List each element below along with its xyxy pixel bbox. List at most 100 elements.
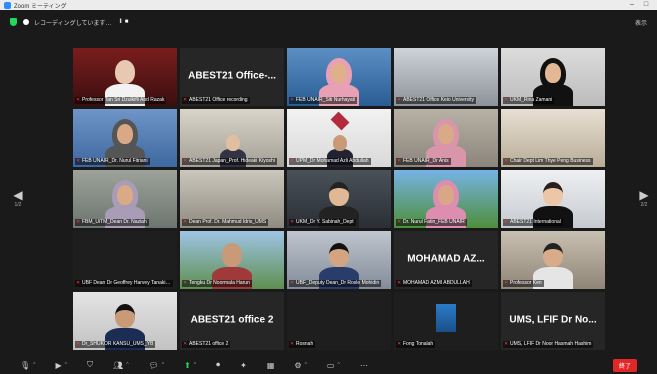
more-button[interactable]: ⋯ xyxy=(360,361,368,370)
security-shield-icon[interactable] xyxy=(10,18,17,26)
mic-muted-icon: ✕ xyxy=(183,219,188,225)
participant-tile[interactable]: Tengku Dr Noormala Harun ✕ xyxy=(180,231,284,289)
participant-tile[interactable]: UKM_Dr Y. Sabinah_Dept ✕ xyxy=(287,170,391,228)
record-icon: ⏺︎ xyxy=(216,360,221,369)
participant-tile[interactable]: Chair Dept Lim Thye Peng Business ✕ xyxy=(501,109,605,167)
previous-page-button[interactable]: ◀ 1/2 xyxy=(12,188,24,212)
participants-icon: 👥︎ xyxy=(113,360,124,370)
book-cover-image xyxy=(436,304,456,332)
participant-tile[interactable]: Fong Tonalah ✕ xyxy=(394,292,498,350)
participant-tile[interactable]: Rosnah ✕ xyxy=(287,292,391,350)
participant-face xyxy=(329,182,349,206)
participant-name-label: UBF Dean Dr Geoffrey Harvey Tanakinjal ✕ xyxy=(75,280,173,287)
minimize-button[interactable]: – xyxy=(625,0,639,10)
participant-display-name: ABEST21 Office-... xyxy=(188,70,276,82)
participant-tile[interactable]: ABEST21 Office-... ABEST21 Office recordi… xyxy=(180,48,284,106)
mic-muted-icon: ✕ xyxy=(504,341,509,347)
maximize-button[interactable]: □ xyxy=(639,0,653,10)
participant-tile[interactable]: FEB UNAIR_Dr. Nurul Fitriani ✕ xyxy=(73,109,177,167)
mic-muted-icon: ✕ xyxy=(504,158,509,164)
window-title-bar: Zoom ミーティング – □ xyxy=(0,0,657,10)
mic-muted-icon: ✕ xyxy=(76,97,81,103)
mic-muted-icon: ✕ xyxy=(397,158,402,164)
participant-display-name: MOHAMAD AZ... xyxy=(407,253,485,265)
participant-tile[interactable]: ABEST21 International ✕ xyxy=(501,170,605,228)
participant-face xyxy=(438,124,454,144)
participant-tile[interactable]: UBF_Deputy Dean_Dr Rosle Mohidin ✕ xyxy=(287,231,391,289)
record-button[interactable]: ⏺︎ xyxy=(216,360,220,370)
participant-name-label: ABEST21 International ✕ xyxy=(503,219,563,226)
participant-name-label: ABEST21 Office Keio University ✕ xyxy=(396,97,477,104)
window-title: Zoom ミーティング xyxy=(14,3,67,10)
participant-display-name: UMS, LFIF Dr No... xyxy=(509,314,597,326)
apps-icon: ⚙︎ xyxy=(294,360,302,370)
participants-button[interactable]: 👥︎ ^ xyxy=(113,361,129,370)
university-logo-icon xyxy=(330,111,350,131)
participant-name-label: FEB UNAIR_Siti Nurhayati ✕ xyxy=(289,97,358,104)
participant-tile[interactable]: UKM_Rina Zamani ✕ xyxy=(501,48,605,106)
recording-label: レコーディングしています… xyxy=(34,20,112,27)
apps-button[interactable]: ⚙︎ ^ xyxy=(294,361,307,370)
mic-muted-icon: ✕ xyxy=(397,97,402,103)
mic-muted-icon: ✕ xyxy=(76,158,81,164)
page-indicator-right: 2/2 xyxy=(640,202,648,208)
participant-tile[interactable]: ABEST21 office 2 ABEST21 office 2 ✕ xyxy=(180,292,284,350)
participant-tile[interactable]: Professor Ken ✕ xyxy=(501,231,605,289)
participant-tile[interactable]: Dean Prof. Dr. Mahmud Idris_UMS ✕ xyxy=(180,170,284,228)
share-screen-button[interactable]: ⬆︎ ^ xyxy=(184,361,196,370)
reactions-button[interactable]: ✦ xyxy=(240,361,247,370)
participant-name-label: Dr. Nurul Fatin_FEB UNAIR ✕ xyxy=(396,219,467,226)
participant-face xyxy=(543,243,563,267)
participant-tile[interactable]: ABEST21 Office Keio University ✕ xyxy=(394,48,498,106)
participant-name-label: UBF_Deputy Dean_Dr Rosle Mohidin ✕ xyxy=(289,280,382,287)
participant-tile[interactable]: Dr_SHUKOR KANSU_UMS_YB ✕ xyxy=(73,292,177,350)
mic-icon: 🎙︎ xyxy=(20,360,31,370)
mic-muted-icon: ✕ xyxy=(290,280,295,286)
view-button[interactable]: 表示 xyxy=(635,18,647,27)
participant-tile[interactable]: Professor Tan Sri Dzulkifli Abd Razak ✕ xyxy=(73,48,177,106)
chat-button[interactable]: 💬︎ ^ xyxy=(149,361,165,370)
participant-name-label: ABEST21 Japan_Prof. Hideaki Kiyoshi ✕ xyxy=(182,158,277,165)
end-meeting-button[interactable]: 終了 xyxy=(612,358,637,372)
mic-muted-icon: ✕ xyxy=(183,158,188,164)
breakout-rooms-button[interactable]: ▦ xyxy=(267,361,275,370)
participant-face xyxy=(331,63,347,83)
participant-tile[interactable]: MOHAMAD AZ... MOHAMAD AZMI ABDULLAH ✕ xyxy=(394,231,498,289)
mic-muted-icon: ✕ xyxy=(290,158,295,164)
pause-recording-button[interactable]: II xyxy=(119,19,122,25)
participant-name-label: Professor Ken ✕ xyxy=(503,280,544,287)
mute-button[interactable]: 🎙︎ ^ xyxy=(20,361,36,370)
participant-name-label: Chair Dept Lim Thye Peng Business ✕ xyxy=(503,158,593,165)
stop-recording-button[interactable]: ■ xyxy=(125,19,129,25)
participant-name-label: Rosnah ✕ xyxy=(289,341,316,348)
participant-face xyxy=(543,182,563,206)
participant-tile[interactable]: UBF Dean Dr Geoffrey Harvey Tanakinjal ✕ xyxy=(73,231,177,289)
participant-tile[interactable]: ABEST21 Japan_Prof. Hideaki Kiyoshi ✕ xyxy=(180,109,284,167)
participant-tile[interactable]: FEB UNAIR_Dr Anis ✕ xyxy=(394,109,498,167)
participant-tile[interactable]: FBM_UiTM_Dean Dr. Naziah ✕ xyxy=(73,170,177,228)
participant-tile[interactable]: UPM_Dr Mohamad Azli Abdullah ✕ xyxy=(287,109,391,167)
mic-muted-icon: ✕ xyxy=(290,219,295,225)
participant-name-label: UMS, LFIF Dr Noor Hasmah Hashim ✕ xyxy=(503,341,594,348)
security-button[interactable]: ⛉ xyxy=(87,360,93,370)
gallery-view-grid: Professor Tan Sri Dzulkifli Abd Razak ✕ AB… xyxy=(73,48,605,352)
mic-muted-icon: ✕ xyxy=(504,280,509,286)
page-indicator-left: 1/2 xyxy=(14,202,22,208)
participant-tile[interactable]: Dr. Nurul Fatin_FEB UNAIR ✕ xyxy=(394,170,498,228)
participant-face xyxy=(117,124,133,144)
chat-icon: 💬︎ xyxy=(148,360,159,370)
reactions-icon: ✦ xyxy=(240,360,247,370)
mic-muted-icon: ✕ xyxy=(290,341,295,347)
mic-muted-icon: ✕ xyxy=(504,219,509,225)
video-icon: ▶︎ xyxy=(55,360,62,370)
more-icon: ⋯ xyxy=(359,360,368,370)
next-page-button[interactable]: ▶ 2/2 xyxy=(638,188,650,212)
participant-name-label: UKM_Dr Y. Sabinah_Dept ✕ xyxy=(289,219,356,226)
mic-muted-icon: ✕ xyxy=(183,97,188,103)
arrow-left-icon: ◀ xyxy=(13,188,23,202)
whiteboard-button[interactable]: ▭ ^ xyxy=(327,361,340,370)
participant-face xyxy=(222,243,242,267)
participant-tile[interactable]: FEB UNAIR_Siti Nurhayati ✕ xyxy=(287,48,391,106)
video-button[interactable]: ▶︎ ^ xyxy=(56,361,68,370)
participant-tile[interactable]: UMS, LFIF Dr No... UMS, LFIF Dr Noor Hasm… xyxy=(501,292,605,350)
